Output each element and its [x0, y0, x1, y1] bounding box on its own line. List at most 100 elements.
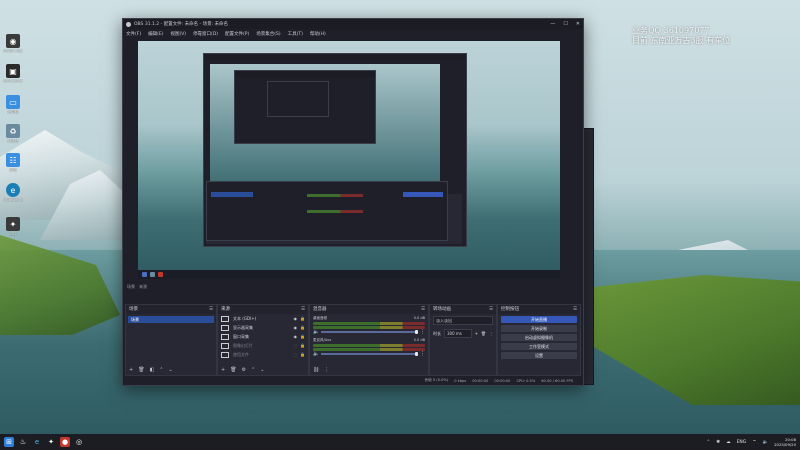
link-icon[interactable]: ⛓: [313, 367, 319, 373]
chevron-up-icon[interactable]: ⌃: [251, 367, 255, 373]
start-streaming-button[interactable]: 开始直播: [501, 316, 577, 323]
desktop-icon-nvidia[interactable]: ◉ NVIDIA App: [3, 34, 23, 53]
obs-icon[interactable]: ◎: [74, 437, 84, 447]
menu-help[interactable]: 帮助(H): [310, 31, 326, 37]
volume-slider[interactable]: 🔈 ⋮: [313, 329, 425, 335]
visibility-icon[interactable]: ◉: [294, 325, 298, 330]
source-list-item[interactable]: 图像幻灯片 ◌ 🔒: [218, 341, 308, 350]
menu-file[interactable]: 文件(F): [126, 31, 141, 37]
gear-icon[interactable]: ⋮: [420, 351, 425, 357]
source-list-item[interactable]: 使用文件 ◌ 🔒: [218, 350, 308, 359]
close-icon[interactable]: ✕: [576, 21, 580, 27]
source-label: 文本 (GDI+): [233, 315, 257, 321]
menu-view[interactable]: 视图(V): [170, 31, 186, 37]
clock[interactable]: 20:08 2025/09/20: [774, 437, 796, 447]
lock-icon[interactable]: 🔒: [300, 316, 305, 321]
obs-window[interactable]: OBS 31.1.2 - 配置文件: 未命名 - 场景: 未命名 — ☐ ✕ 文…: [122, 18, 584, 386]
trash-icon[interactable]: 🗑: [481, 331, 486, 336]
minimize-icon[interactable]: —: [550, 21, 555, 27]
visibility-icon[interactable]: ◌: [294, 352, 298, 357]
source-list-item[interactable]: 文本 (GDI+) ◉ 🔒: [218, 314, 308, 323]
speaker-icon[interactable]: 🔈: [763, 440, 769, 445]
volume-slider[interactable]: 🔈 ⋮: [313, 351, 425, 357]
add-icon[interactable]: +: [475, 331, 478, 336]
menu-profile[interactable]: 配置文件(P): [225, 31, 249, 37]
desktop-icon-computer[interactable]: ▭ 此电脑: [3, 95, 23, 115]
desktop-icon-cs2[interactable]: ✦ CS2: [3, 217, 23, 236]
desktop-icon-remotedesk[interactable]: ▣ RemoteDesk: [3, 64, 23, 83]
studio-mode-button[interactable]: 工作室模式: [501, 343, 577, 350]
speaker-icon[interactable]: 🔈: [313, 329, 319, 335]
dock-toolbar: + 🗑 ◧ ⌃ ⌄: [126, 364, 216, 375]
gear-icon[interactable]: ⋮: [420, 329, 425, 335]
dock-toolbar: + 🗑 ⚙ ⌃ ⌄: [218, 364, 308, 375]
chevron-down-icon[interactable]: ⌄: [169, 367, 173, 373]
visibility-icon[interactable]: ◉: [294, 334, 298, 339]
steam-icon[interactable]: ♨: [18, 437, 28, 447]
mixer-channel: 桌面音频 0.0 dB 🔈 ⋮: [310, 314, 428, 336]
more-icon[interactable]: ⋮: [324, 367, 329, 373]
more-icon[interactable]: ⋮: [489, 331, 493, 336]
title-bar[interactable]: OBS 31.1.2 - 配置文件: 未命名 - 场景: 未命名 — ☐ ✕: [123, 19, 583, 29]
gear-icon[interactable]: ⚙: [242, 367, 246, 373]
background-window[interactable]: [583, 128, 594, 385]
scenes-dock: 场景 ☰ 场景 + 🗑 ◧ ⌃ ⌄: [125, 304, 217, 376]
game-icon: ✦: [6, 217, 20, 231]
settings-button[interactable]: 设置: [501, 352, 577, 359]
dock-menu-icon[interactable]: ☰: [301, 305, 305, 314]
trash-icon[interactable]: 🗑: [138, 367, 144, 373]
chevron-up-icon[interactable]: ⌃: [159, 367, 163, 373]
controls-dock: 控制按钮 ☰ 开始直播 开始录制 启动虚拟摄像机 工作室模式 设置: [497, 304, 581, 376]
desktop-icon-network[interactable]: ☷ 网络: [3, 153, 23, 173]
trash-icon[interactable]: 🗑: [230, 367, 236, 373]
channel-db: 0.0 dB: [413, 338, 425, 342]
source-list-item[interactable]: 窗口采集 ◉ 🔒: [218, 332, 308, 341]
visibility-icon[interactable]: ◉: [294, 316, 298, 321]
dock-menu-icon[interactable]: ☰: [209, 305, 213, 314]
lock-icon[interactable]: 🔒: [300, 325, 305, 330]
network-icon[interactable]: ☁: [726, 440, 731, 445]
dock-menu-icon[interactable]: ☰: [573, 305, 577, 314]
lock-icon[interactable]: 🔒: [300, 343, 305, 348]
chevron-up-icon[interactable]: ⌃: [707, 440, 711, 445]
start-icon[interactable]: ⊞: [4, 437, 14, 447]
maximize-icon[interactable]: ☐: [563, 21, 567, 27]
menu-scene-collection[interactable]: 场景集合(S): [256, 31, 280, 37]
desktop-icon-edge[interactable]: e Microsoft Edge: [3, 183, 23, 202]
chevron-down-icon[interactable]: ⌄: [260, 367, 264, 373]
visibility-icon[interactable]: ◌: [294, 343, 298, 348]
lock-icon[interactable]: 🔒: [300, 352, 305, 357]
menu-tools[interactable]: 工具(T): [288, 31, 303, 37]
filter-icon[interactable]: ◧: [150, 367, 155, 373]
transition-select[interactable]: 淡入淡出: [433, 316, 493, 325]
channel-name: 麦克风/Aux: [313, 338, 332, 342]
duration-field[interactable]: 300 ms: [444, 329, 472, 338]
start-virtual-camera-button[interactable]: 启动虚拟摄像机: [501, 334, 577, 341]
cs2-icon[interactable]: ✦: [46, 437, 56, 447]
lock-icon[interactable]: 🔒: [300, 334, 305, 339]
start-recording-button[interactable]: 开始录制: [501, 325, 577, 332]
speaker-icon[interactable]: 🔈: [313, 351, 319, 357]
bluetooth-icon[interactable]: ✱: [716, 440, 720, 445]
transitions-body: 淡入淡出 时长 300 ms + 🗑 ⋮: [430, 314, 496, 364]
source-label: 窗口采集: [233, 333, 249, 339]
source-type-icon: [221, 315, 229, 322]
nested-title-bar: [204, 54, 466, 60]
add-icon[interactable]: +: [221, 367, 225, 373]
dock-menu-icon[interactable]: ☰: [489, 305, 493, 314]
desktop-icon-recycle-bin[interactable]: ♻ 回收站: [3, 124, 23, 144]
slider-knob[interactable]: [415, 329, 418, 334]
dock-menu-icon[interactable]: ☰: [421, 305, 425, 314]
menu-docks[interactable]: 停靠窗口(D): [193, 31, 218, 37]
wifi-icon[interactable]: ⌔: [752, 439, 756, 445]
source-type-icon: [221, 324, 229, 331]
add-icon[interactable]: +: [129, 367, 133, 373]
language-indicator[interactable]: ENG: [737, 440, 747, 445]
preview-canvas[interactable]: [138, 41, 560, 279]
obs-taskbar-icon[interactable]: ●: [60, 437, 70, 447]
edge-icon[interactable]: e: [32, 437, 42, 447]
source-list-item[interactable]: 显示器采集 ◉ 🔒: [218, 323, 308, 332]
scene-list-item[interactable]: 场景: [128, 316, 214, 323]
menu-edit[interactable]: 编辑(E): [148, 31, 163, 37]
slider-knob[interactable]: [415, 351, 418, 356]
